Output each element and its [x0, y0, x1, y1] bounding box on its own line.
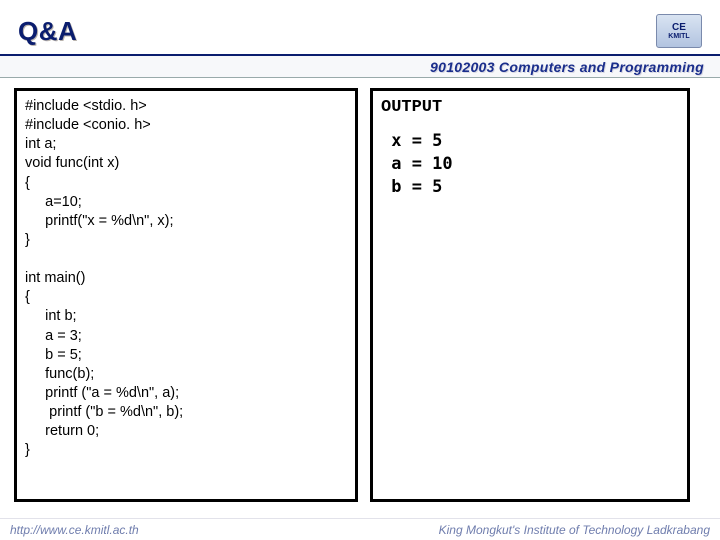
- output-heading: OUTPUT: [381, 97, 679, 120]
- divider-band: 90102003 Computers and Programming: [0, 54, 720, 78]
- logo-text-bottom: KMITL: [668, 33, 689, 40]
- footer-institution: King Mongkut's Institute of Technology L…: [439, 523, 710, 537]
- slide-title: Q&A: [18, 16, 77, 47]
- header-row: Q&A CE KMITL: [0, 0, 720, 54]
- footer: http://www.ce.kmitl.ac.th King Mongkut's…: [0, 518, 720, 540]
- logo-text-top: CE: [672, 23, 686, 33]
- code-panel: #include <stdio. h> #include <conio. h> …: [14, 88, 358, 502]
- output-text: x = 5 a = 10 b = 5: [381, 130, 679, 199]
- footer-url: http://www.ce.kmitl.ac.th: [10, 523, 139, 537]
- source-code: #include <stdio. h> #include <conio. h> …: [25, 97, 347, 460]
- content-row: #include <stdio. h> #include <conio. h> …: [0, 78, 720, 502]
- output-panel: OUTPUT x = 5 a = 10 b = 5: [370, 88, 690, 502]
- institution-logo: CE KMITL: [656, 14, 702, 48]
- course-label: 90102003 Computers and Programming: [430, 59, 704, 75]
